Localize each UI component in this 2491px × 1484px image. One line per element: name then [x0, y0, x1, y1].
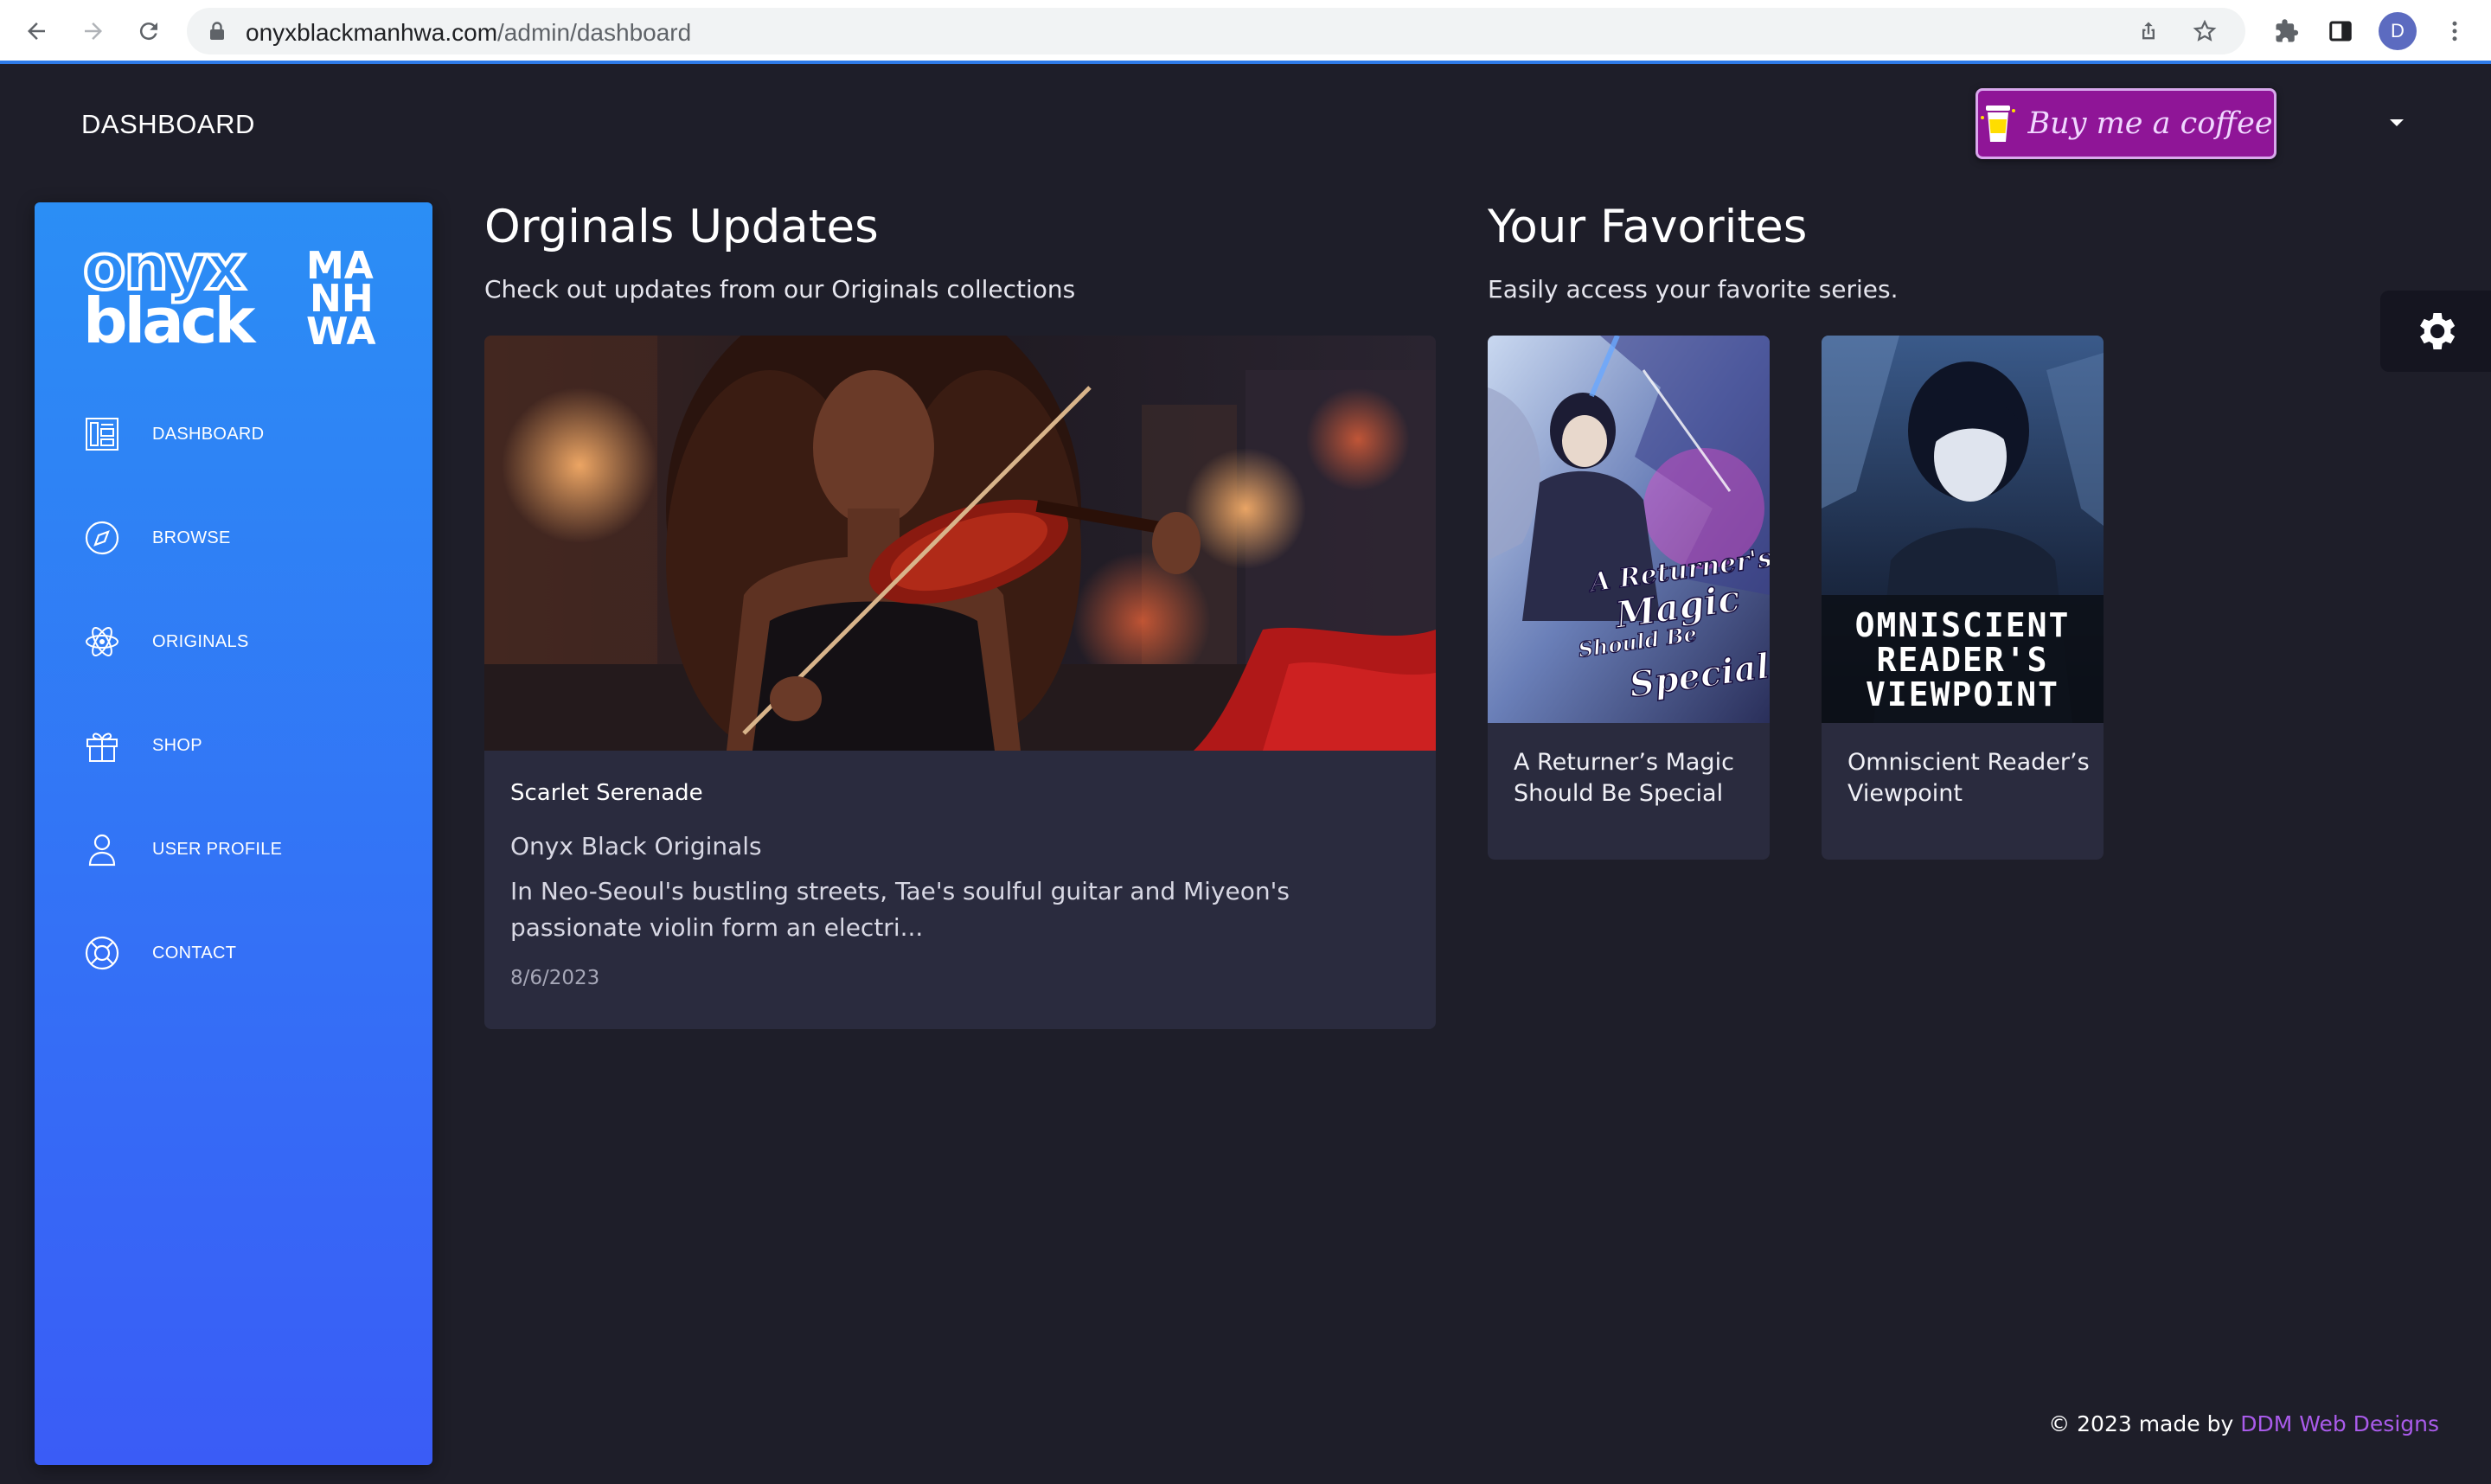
side-panel-icon: [2329, 21, 2352, 42]
favorite-card[interactable]: OMNISCIENT READER'S VIEWPOINT Omniscient…: [1822, 336, 2104, 860]
user-dropdown-toggle[interactable]: [2384, 114, 2410, 131]
update-series-name: Scarlet Serenade: [510, 780, 703, 806]
sidebar-item-shop[interactable]: SHOP: [83, 720, 412, 771]
sidebar-item-label: BROWSE: [152, 528, 231, 547]
star-icon[interactable]: [2192, 18, 2218, 44]
svg-text:black: black: [83, 285, 257, 348]
update-description: In Neo-Seoul's bustling streets, Tae's s…: [510, 877, 1290, 942]
reload-button[interactable]: [130, 12, 168, 50]
scarlet-serenade-artwork: [484, 336, 1436, 751]
sidebar-item-contact[interactable]: CONTACT: [83, 927, 412, 979]
onyx-black-manhwa-logo[interactable]: onyx black MA NH WA: [81, 229, 394, 357]
compass-icon: [83, 519, 121, 557]
gift-icon: [83, 726, 121, 764]
sidebar-item-dashboard[interactable]: DASHBOARD: [83, 408, 412, 460]
extensions-button[interactable]: [2268, 12, 2306, 50]
forward-button[interactable]: [74, 12, 112, 50]
user-icon: [83, 830, 121, 868]
arrow-right-icon: [85, 22, 102, 40]
update-collection-name: Onyx Black Originals: [510, 832, 762, 860]
buy-me-a-coffee-label: Buy me a coffee: [2027, 106, 2273, 141]
puzzle-icon: [2276, 19, 2299, 42]
gear-icon: [2420, 313, 2456, 349]
address-bar[interactable]: onyxblackmanhwa.com/admin/dashboard: [187, 8, 2245, 54]
kebab-menu-icon: [2452, 21, 2457, 42]
browser-toolbar: onyxblackmanhwa.com/admin/dashboard D: [0, 0, 2491, 64]
coffee-cup-icon: [1981, 106, 2016, 142]
favorite-title: Omniscient Reader’s Viewpoint: [1847, 749, 2090, 807]
footer-credit: © 2023 made by DDM Web Designs: [2048, 1411, 2439, 1436]
sidebar-item-label: USER PROFILE: [152, 839, 283, 859]
dashboard-icon: [83, 415, 121, 453]
url-domain: onyxblackmanhwa.com: [246, 19, 498, 46]
returners-magic-cover: A Returner's Magic Should Be Special: [1488, 336, 1770, 723]
sidebar-item-originals[interactable]: ORIGINALS: [83, 616, 412, 668]
reload-icon: [139, 22, 157, 41]
atom-icon: [83, 623, 121, 661]
side-panel-button[interactable]: [2321, 12, 2360, 50]
ddm-web-designs-link[interactable]: DDM Web Designs: [2240, 1411, 2439, 1436]
cover-title-text: OMNISCIENT READER'S VIEWPOINT: [1855, 606, 2071, 713]
page-title: DASHBOARD: [81, 109, 255, 139]
favorite-title: A Returner’s Magic Should Be Special: [1514, 749, 1734, 807]
svg-text:READER'S: READER'S: [1876, 641, 2048, 679]
favorite-card[interactable]: A Returner's Magic Should Be Special A R…: [1488, 336, 1770, 860]
originals-section-title: Orginals Updates: [484, 201, 879, 253]
favorites-section-title: Your Favorites: [1488, 201, 1808, 253]
settings-button[interactable]: [2380, 291, 2491, 372]
svg-text:VIEWPOINT: VIEWPOINT: [1866, 675, 2059, 713]
svg-text:WA: WA: [306, 310, 376, 348]
url-path: /admin/dashboard: [497, 19, 692, 46]
sidebar: onyx black MA NH WA DASHBOARD BROWSE ORI…: [35, 202, 432, 1465]
url-text: onyxblackmanhwa.com/admin/dashboard: [246, 19, 691, 47]
back-button[interactable]: [17, 12, 55, 50]
svg-text:OMNISCIENT: OMNISCIENT: [1855, 606, 2071, 644]
sidebar-item-label: SHOP: [152, 735, 202, 755]
footer-prefix: © 2023 made by: [2048, 1411, 2241, 1436]
lifebuoy-icon: [83, 934, 121, 972]
sidebar-item-browse[interactable]: BROWSE: [83, 512, 412, 564]
update-date: 8/6/2023: [510, 967, 600, 989]
favorites-section-subtitle: Easily access your favorite series.: [1488, 275, 1899, 304]
profile-avatar[interactable]: D: [2379, 12, 2417, 50]
sidebar-item-label: DASHBOARD: [152, 424, 265, 444]
sidebar-item-label: ORIGINALS: [152, 631, 249, 651]
omniscient-reader-cover: OMNISCIENT READER'S VIEWPOINT: [1822, 336, 2104, 723]
share-icon[interactable]: [2136, 19, 2161, 43]
sidebar-item-user-profile[interactable]: USER PROFILE: [83, 823, 412, 875]
sidebar-item-label: CONTACT: [152, 943, 237, 963]
arrow-left-icon: [28, 22, 45, 40]
lock-icon: [210, 22, 224, 40]
original-update-card[interactable]: Scarlet Serenade Onyx Black Originals In…: [484, 336, 1436, 1029]
buy-me-a-coffee-button[interactable]: Buy me a coffee: [1976, 88, 2276, 159]
caret-down-icon: [2390, 119, 2404, 126]
originals-section-subtitle: Check out updates from our Originals col…: [484, 275, 1076, 304]
browser-menu-button[interactable]: [2436, 12, 2474, 50]
